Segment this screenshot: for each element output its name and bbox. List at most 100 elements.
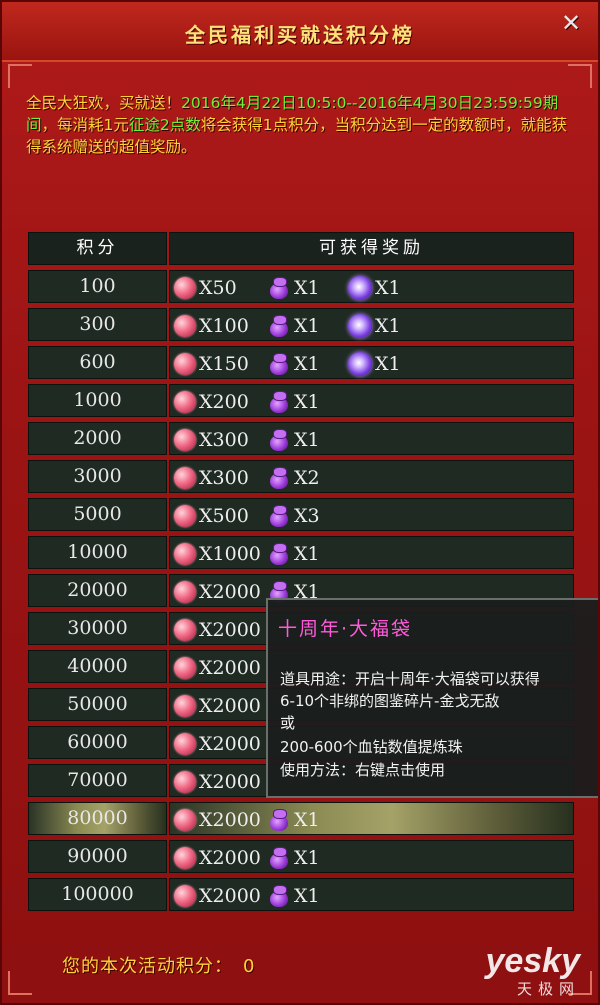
reward-quantity: X2000 [199,808,261,831]
gem-reward-item[interactable]: X300 [174,426,249,453]
red-gem-icon [174,808,196,831]
table-row[interactable]: 5000 X500 X3 [28,498,574,531]
tooltip-title: 十周年·大福袋 [278,618,413,640]
tooltip-or: 或 [280,714,296,732]
table-row[interactable]: 10000 X1000 X1 [28,536,574,569]
reward-quantity: X1 [294,390,320,413]
red-gem-icon [174,504,196,527]
reward-quantity: X1000 [199,542,261,565]
purple-bag-icon [267,428,291,452]
table-header: 积分 可获得奖励 [28,232,574,265]
bag-reward-item[interactable]: X1 [267,350,320,377]
reward-quantity: X1 [294,352,320,375]
table-row[interactable]: 90000 X2000 X1 [28,840,574,873]
bag-reward-item[interactable]: X1 [267,388,320,415]
red-gem-icon [174,884,196,907]
table-row[interactable]: 100000 X2000 X1 [28,878,574,911]
points-cell: 20000 [28,574,167,607]
purple-bag-icon [267,390,291,414]
gem-reward-item[interactable]: X2000 [174,654,261,681]
intro-part2: ，每消耗1元 [41,116,129,134]
item-tooltip: 十周年·大福袋 道具用途：开启十周年·大福袋可以获得 6-10个非绑的图鉴碎片-… [266,598,598,798]
bag-reward-item[interactable]: X1 [267,806,320,833]
red-gem-icon [174,314,196,337]
points-cell: 100000 [28,878,167,911]
red-gem-icon [174,694,196,717]
red-gem-icon [174,656,196,679]
title-bar: 全民福利买就送积分榜 ✕ [2,2,598,62]
red-gem-icon [174,542,196,565]
header-rewards: 可获得奖励 [169,232,574,265]
purple-orb-icon [348,351,372,376]
gem-reward-item[interactable]: X1000 [174,540,261,567]
bag-reward-item[interactable]: X1 [267,844,320,871]
bag-reward-item[interactable]: X2 [267,464,320,491]
activity-points: 您的本次活动积分： 0 [62,952,255,978]
reward-quantity: X2000 [199,770,261,793]
points-cell: 50000 [28,688,167,721]
table-row[interactable]: 80000 X2000 X1 [28,802,574,835]
gem-reward-item[interactable]: X2000 [174,616,261,643]
gem-reward-item[interactable]: X100 [174,312,249,339]
activity-points-value: 0 [243,956,256,977]
table-row[interactable]: 300 X100 X1 X1 [28,308,574,341]
table-row[interactable]: 3000 X300 X2 [28,460,574,493]
close-icon[interactable]: ✕ [558,10,584,36]
table-row[interactable]: 100 X50 X1 X1 [28,270,574,303]
points-cell: 5000 [28,498,167,531]
reward-quantity: X1 [294,542,320,565]
gem-reward-item[interactable]: X2000 [174,882,261,909]
gem-reward-item[interactable]: X300 [174,464,249,491]
purple-orb-icon [348,313,372,338]
reward-quantity: X2000 [199,846,261,869]
bag-reward-item[interactable]: X1 [267,274,320,301]
points-cell: 30000 [28,612,167,645]
gem-reward-item[interactable]: X2000 [174,844,261,871]
gem-reward-item[interactable]: X2000 [174,692,261,719]
table-row[interactable]: 600 X150 X1 X1 [28,346,574,379]
purple-bag-icon [267,504,291,528]
points-cell: 600 [28,346,167,379]
table-row[interactable]: 1000 X200 X1 [28,384,574,417]
gem-reward-item[interactable]: X2000 [174,578,261,605]
rewards-cell: X1000 X1 [169,536,574,569]
bag-reward-item[interactable]: X1 [267,882,320,909]
reward-quantity: X2000 [199,884,261,907]
points-cell: 40000 [28,650,167,683]
gem-reward-item[interactable]: X2000 [174,806,261,833]
red-gem-icon [174,428,196,451]
tooltip-usage-method: 使用方法：右键点击使用 [280,761,446,779]
orb-reward-item[interactable]: X1 [348,350,401,377]
red-gem-icon [174,580,196,603]
orb-reward-item[interactable]: X1 [348,312,401,339]
bag-reward-item[interactable]: X1 [267,540,320,567]
table-row[interactable]: 2000 X300 X1 [28,422,574,455]
corner-ornament [8,64,32,88]
rewards-cell: X150 X1 X1 [169,346,574,379]
points-cell: 10000 [28,536,167,569]
red-gem-icon [174,276,196,299]
gem-reward-item[interactable]: X50 [174,274,237,301]
bag-reward-item[interactable]: X3 [267,502,320,529]
reward-quantity: X3 [294,504,320,527]
purple-bag-icon [267,276,291,300]
reward-quantity: X100 [199,314,249,337]
reward-quantity: X2000 [199,694,261,717]
gem-reward-item[interactable]: X200 [174,388,249,415]
corner-ornament [568,64,592,88]
reward-quantity: X1 [294,808,320,831]
purple-bag-icon [267,314,291,338]
gem-reward-item[interactable]: X500 [174,502,249,529]
points-cell: 3000 [28,460,167,493]
gem-reward-item[interactable]: X2000 [174,730,261,757]
gem-reward-item[interactable]: X2000 [174,768,261,795]
orb-reward-item[interactable]: X1 [348,274,401,301]
reward-quantity: X300 [199,428,249,451]
purple-orb-icon [348,275,372,300]
points-cell: 2000 [28,422,167,455]
tooltip-option-b: 200-600个血钻数值提炼珠 [280,738,463,756]
gem-reward-item[interactable]: X150 [174,350,249,377]
reward-quantity: X1 [294,428,320,451]
bag-reward-item[interactable]: X1 [267,312,320,339]
bag-reward-item[interactable]: X1 [267,426,320,453]
